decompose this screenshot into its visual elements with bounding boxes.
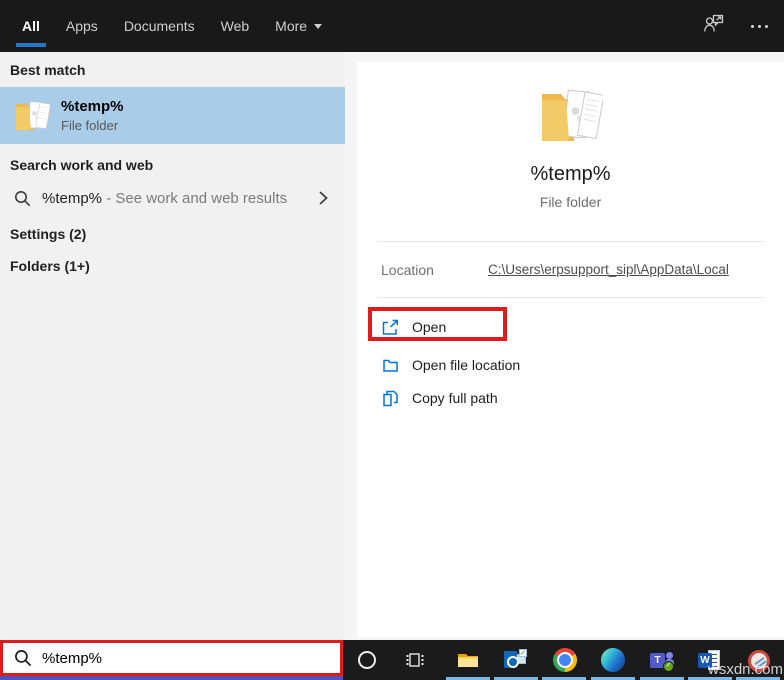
- tab-all[interactable]: All: [16, 0, 46, 52]
- file-explorer-icon[interactable]: [456, 648, 480, 672]
- search-icon: [15, 650, 32, 667]
- edge-icon[interactable]: [601, 648, 625, 672]
- teams-person: [666, 652, 673, 659]
- divider: [377, 241, 764, 242]
- outlook-icon[interactable]: ✓: [504, 648, 528, 672]
- copy-icon: [383, 390, 398, 406]
- web-suffix: - See work and web results: [102, 189, 288, 207]
- taskbar-search-box[interactable]: [0, 640, 343, 676]
- preview-card: %temp% File folder Location C:\Users\erp…: [357, 62, 784, 637]
- web-query: %temp%: [42, 189, 103, 207]
- best-match-result[interactable]: %temp% File folder: [0, 87, 345, 144]
- best-match-title: %temp%: [61, 98, 124, 115]
- chrome-icon[interactable]: [553, 648, 577, 672]
- preview-subtitle: File folder: [539, 194, 602, 210]
- action-open[interactable]: Open: [382, 315, 446, 339]
- action-open-label: Open: [412, 319, 447, 335]
- best-match-header: Best match: [10, 62, 86, 78]
- teams-status-check: ✓: [663, 661, 674, 672]
- tab-documents-label: Documents: [123, 18, 195, 34]
- search-box-bottom-strip: [0, 676, 343, 680]
- search-work-web-header: Search work and web: [10, 157, 154, 173]
- chevron-right-icon[interactable]: [318, 190, 329, 206]
- folder-icon: [15, 101, 50, 131]
- action-copy-full-path[interactable]: Copy full path: [382, 386, 498, 410]
- folder-icon-large: [541, 89, 603, 141]
- tab-more-label: More: [275, 18, 308, 34]
- location-link[interactable]: C:\Users\erpsupport_sipl\AppData\Local: [488, 262, 729, 277]
- preview-panel: %temp% File folder Location C:\Users\erp…: [345, 52, 784, 640]
- tab-apps[interactable]: Apps: [60, 0, 104, 52]
- feedback-person-icon[interactable]: [703, 12, 727, 41]
- best-match-subtitle: File folder: [61, 118, 119, 133]
- action-copy-full-path-label: Copy full path: [412, 390, 498, 406]
- settings-group-header[interactable]: Settings (2): [10, 226, 86, 242]
- open-icon: [382, 319, 399, 335]
- divider: [377, 297, 764, 298]
- location-label: Location: [381, 262, 434, 278]
- search-input[interactable]: [42, 649, 340, 667]
- open-file-location-icon: [383, 359, 398, 372]
- folders-group-header[interactable]: Folders (1+): [10, 258, 90, 274]
- results-panel: Best match %temp% File folder Search wor…: [0, 52, 345, 640]
- action-open-file-location[interactable]: Open file location: [382, 353, 520, 377]
- search-icon: [15, 190, 31, 206]
- tab-documents[interactable]: Documents: [118, 0, 201, 52]
- search-filter-bar: All Apps Documents Web More: [0, 0, 784, 52]
- web-search-result[interactable]: %temp% - See work and web results: [0, 181, 345, 215]
- windows-search-panel: All Apps Documents Web More Best match %…: [0, 0, 784, 680]
- filter-tabs: All Apps Documents Web More: [16, 0, 342, 52]
- tab-apps-label: Apps: [65, 18, 98, 34]
- chevron-down-icon: [314, 23, 323, 29]
- outlook-tile: [504, 651, 519, 668]
- task-view-icon[interactable]: [405, 650, 425, 670]
- tab-web-label: Web: [220, 18, 250, 34]
- cortana-icon[interactable]: [358, 651, 376, 669]
- watermark: wsxdn.com: [708, 661, 784, 678]
- ellipsis-icon[interactable]: [751, 24, 768, 28]
- tab-more[interactable]: More: [269, 0, 328, 52]
- teams-icon[interactable]: T ✓: [650, 648, 674, 672]
- tab-all-label: All: [22, 18, 40, 34]
- preview-title: %temp%: [530, 163, 611, 185]
- outlook-check: ✓: [519, 649, 527, 657]
- tab-web[interactable]: Web: [215, 0, 256, 52]
- action-open-file-location-label: Open file location: [412, 357, 521, 373]
